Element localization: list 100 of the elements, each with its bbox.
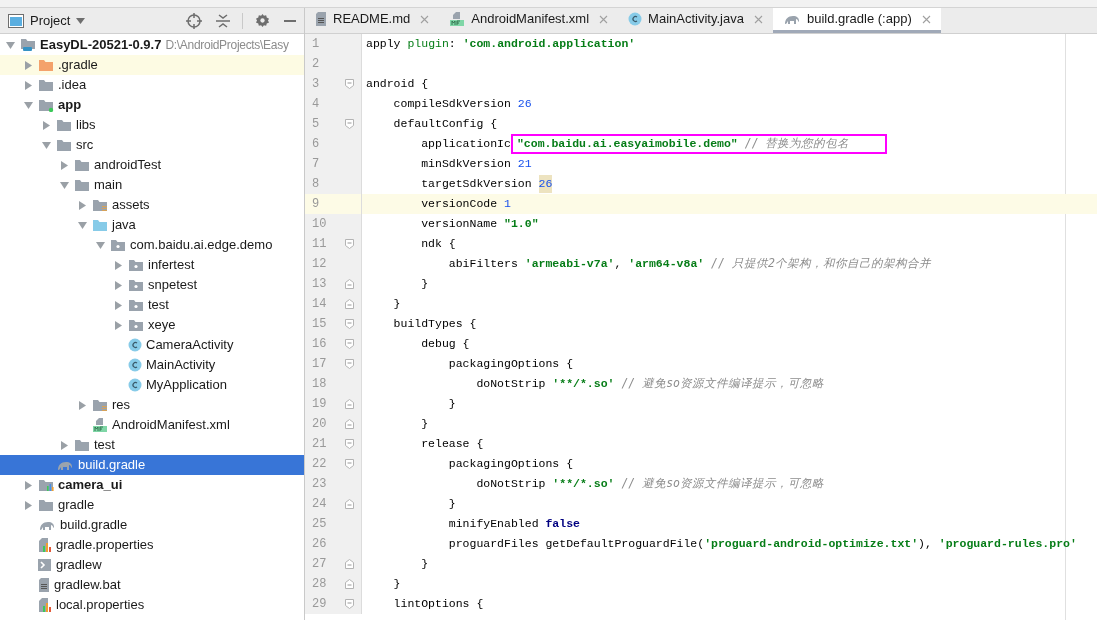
tree-item[interactable]: com.baidu.ai.edge.demo	[0, 235, 304, 255]
fold-marker-icon[interactable]	[345, 459, 354, 469]
tree-item[interactable]: xeye	[0, 315, 304, 335]
tree-item[interactable]: snpetest	[0, 275, 304, 295]
tree-item[interactable]: MyApplication	[0, 375, 304, 395]
fold-marker-icon[interactable]	[345, 119, 354, 129]
fold-marker-icon[interactable]	[345, 79, 354, 89]
dropdown-caret-icon[interactable]	[76, 17, 86, 24]
code-editor[interactable]	[305, 34, 1097, 620]
tree-item[interactable]: gradle	[0, 495, 304, 515]
fold-marker-icon[interactable]	[345, 559, 354, 569]
close-icon[interactable]	[599, 14, 609, 24]
expand-arrow-icon[interactable]	[78, 400, 87, 410]
expand-arrow-icon[interactable]	[42, 120, 51, 130]
editor-tab[interactable]: build.gradle (:app)	[772, 8, 941, 33]
fold-marker-icon[interactable]	[345, 579, 354, 589]
tree-item[interactable]: assets	[0, 195, 304, 215]
tree-item[interactable]: test	[0, 435, 304, 455]
item-label: app	[58, 96, 82, 115]
line-number: 14	[311, 296, 328, 313]
manifest-file-icon	[449, 12, 466, 26]
tree-item[interactable]: infertest	[0, 255, 304, 275]
line-number: 10	[311, 216, 328, 233]
fold-marker-icon[interactable]	[345, 239, 354, 249]
item-label: infertest	[148, 256, 195, 275]
item-label: MyApplication	[146, 376, 227, 395]
collapse-arrow-icon[interactable]	[60, 180, 69, 190]
expand-arrow-icon[interactable]	[60, 160, 69, 170]
project-folder-icon	[20, 38, 36, 52]
tree-item[interactable]: build.gradle	[0, 455, 304, 475]
line-number: 29	[311, 596, 328, 613]
expand-arrow-icon[interactable]	[78, 200, 87, 210]
fold-marker-icon[interactable]	[345, 339, 354, 349]
tree-item[interactable]: AndroidManifest.xml	[0, 415, 304, 435]
editor-tab[interactable]: README.md	[305, 8, 440, 33]
tree-item[interactable]: MainActivity	[0, 355, 304, 375]
code-number: 26	[517, 96, 532, 113]
fold-marker-icon[interactable]	[345, 499, 354, 509]
properties-file-icon	[38, 538, 52, 552]
tree-item[interactable]: res	[0, 395, 304, 415]
editor-tab[interactable]: MainActivity.java	[618, 8, 773, 33]
tree-item[interactable]: gradlew	[0, 555, 304, 575]
collapse-all-icon[interactable]	[216, 12, 230, 29]
tree-item[interactable]: gradlew.bat	[0, 575, 304, 595]
tree-item[interactable]: CameraActivity	[0, 335, 304, 355]
collapse-arrow-icon[interactable]	[42, 140, 51, 150]
code-number: 21	[517, 156, 532, 173]
tree-item[interactable]: libs	[0, 115, 304, 135]
close-icon[interactable]	[753, 14, 763, 24]
tree-item[interactable]: src	[0, 135, 304, 155]
code-string: '**/*.so'	[552, 376, 615, 393]
settings-icon[interactable]	[255, 13, 270, 28]
code-string: "1.0"	[504, 216, 539, 233]
code-plain: }	[420, 556, 429, 573]
tree-item[interactable]: .gradle	[0, 55, 304, 75]
code-plain: }	[420, 276, 429, 293]
tree-item[interactable]: java	[0, 215, 304, 235]
folder-icon	[56, 118, 72, 132]
item-label: camera_ui	[58, 476, 123, 495]
fold-marker-icon[interactable]	[345, 319, 354, 329]
item-label: gradle.properties	[56, 536, 154, 555]
tree-item[interactable]: camera_ui	[0, 475, 304, 495]
panel-title[interactable]: Project	[30, 10, 71, 31]
code-string: 'com.android.application'	[462, 36, 636, 53]
code-comment: // 替换为您的包名	[743, 135, 850, 153]
tree-item[interactable]: local.properties	[0, 595, 304, 615]
fold-marker-icon[interactable]	[345, 399, 354, 409]
folder-icon	[38, 58, 54, 72]
package-folder-icon	[128, 278, 144, 292]
tree-item[interactable]: main	[0, 175, 304, 195]
tree-item[interactable]: test	[0, 295, 304, 315]
tree-item[interactable]: gradle.properties	[0, 535, 304, 555]
tree-item[interactable]: androidTest	[0, 155, 304, 175]
item-label: java	[112, 216, 136, 235]
tree-item[interactable]: EasyDL-20521-0.9.7 D:\AndroidProjects\Easy	[0, 35, 304, 55]
folder-icon	[38, 78, 54, 92]
code-plain: packagingOptions {	[447, 456, 574, 473]
fold-marker-icon[interactable]	[345, 599, 354, 609]
tree-item[interactable]: build.gradle	[0, 515, 304, 535]
close-icon[interactable]	[921, 14, 931, 24]
tree-item[interactable]: app	[0, 95, 304, 115]
close-icon[interactable]	[420, 14, 430, 24]
folder-icon	[38, 498, 54, 512]
expand-arrow-icon[interactable]	[60, 440, 69, 450]
fold-marker-icon[interactable]	[345, 299, 354, 309]
code-plain: versionCode	[420, 196, 499, 213]
fold-marker-icon[interactable]	[345, 359, 354, 369]
crosshair-icon[interactable]	[186, 12, 202, 29]
fold-marker-icon[interactable]	[345, 279, 354, 289]
code-plain: lintOptions {	[392, 596, 484, 613]
folder-icon	[74, 178, 90, 192]
editor-tab[interactable]: AndroidManifest.xml	[439, 8, 619, 33]
code-plain: ),	[918, 536, 933, 553]
collapse-arrow-icon[interactable]	[24, 100, 33, 110]
collapse-arrow-icon[interactable]	[6, 40, 15, 50]
tree-item[interactable]: .idea	[0, 75, 304, 95]
fold-marker-icon[interactable]	[345, 419, 354, 429]
minimize-icon[interactable]	[284, 19, 296, 22]
fold-marker-icon[interactable]	[345, 439, 354, 449]
line-number: 24	[311, 496, 328, 513]
